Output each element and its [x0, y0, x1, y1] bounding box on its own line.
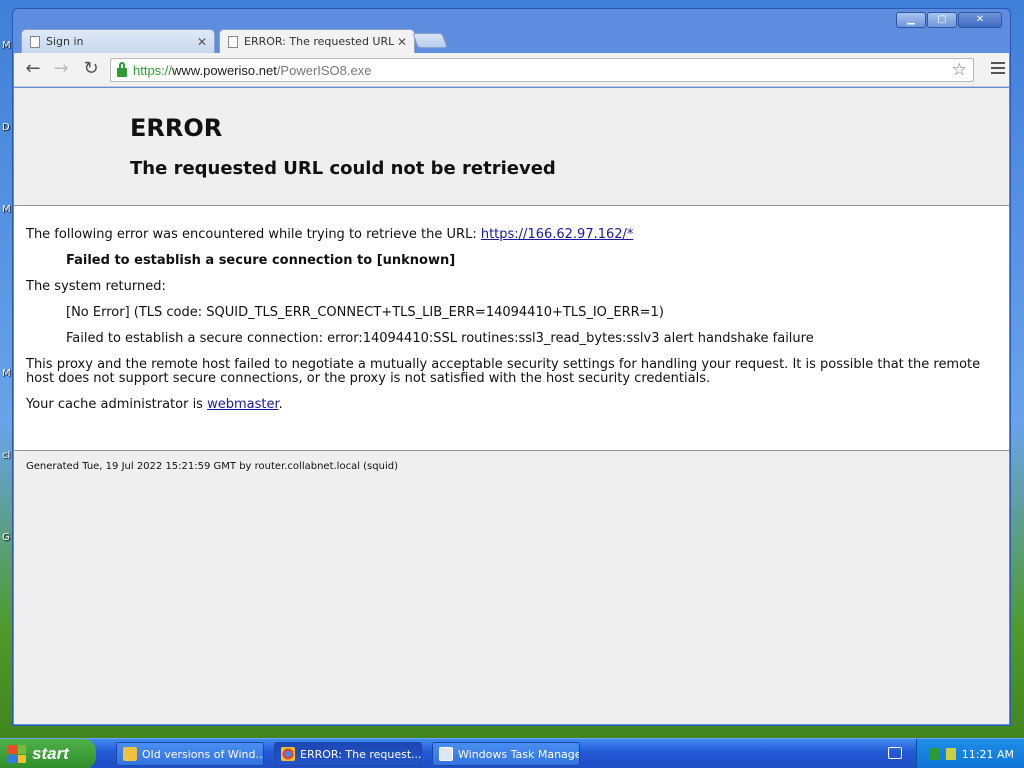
close-window-button[interactable]: ✕ — [958, 12, 1002, 28]
forward-arrow-icon[interactable]: → — [50, 60, 72, 80]
chrome-icon — [281, 747, 295, 761]
back-arrow-icon[interactable]: ← — [22, 60, 44, 80]
page-subtitle: The requested URL could not be retrieved — [130, 158, 556, 179]
minimize-button[interactable]: ▁ — [896, 12, 926, 28]
network-icon[interactable] — [929, 748, 940, 760]
browser-titlebar[interactable]: Sign in ✕ ERROR: The requested URL ✕ ▁ ▢… — [13, 9, 1010, 53]
keyboard-icon[interactable] — [888, 747, 902, 759]
close-icon[interactable]: ✕ — [194, 35, 210, 49]
start-label: start — [32, 744, 69, 763]
taskbar-item-label: Windows Task Manager — [458, 747, 580, 761]
error-header: ERROR The requested URL could not be ret… — [14, 88, 1009, 206]
desktop-icon-label: cl — [2, 450, 11, 461]
windows-logo-icon — [8, 745, 26, 763]
error-code: [No Error] (TLS code: SQUID_TLS_ERR_CONN… — [66, 305, 664, 320]
error-body: The following error was encountered whil… — [14, 206, 1009, 451]
desktop-icon-label: D — [2, 122, 10, 133]
maximize-button[interactable]: ▢ — [927, 12, 957, 28]
reload-icon[interactable]: ↻ — [80, 60, 102, 80]
explanation-text: This proxy and the remote host failed to… — [26, 357, 981, 386]
menu-icon[interactable] — [991, 62, 1005, 77]
taskbar: start Old versions of Wind... ERROR: The… — [0, 738, 1024, 768]
folder-icon — [123, 747, 137, 761]
address-bar[interactable]: https:// www.poweriso.net /PowerISO8.exe… — [110, 58, 974, 82]
failed-url-link[interactable]: https://166.62.97.162/* — [481, 227, 634, 242]
tab-label: Sign in — [46, 35, 84, 48]
bookmark-star-icon[interactable]: ☆ — [952, 60, 967, 80]
start-button[interactable]: start — [0, 739, 96, 768]
failed-message: Failed to establish a secure connection … — [66, 253, 456, 268]
desktop-icon-label: M — [2, 40, 11, 51]
desktop-icon-label: M — [2, 368, 11, 379]
url-path: /PowerISO8.exe — [276, 62, 372, 78]
browser-window: Sign in ✕ ERROR: The requested URL ✕ ▁ ▢… — [12, 8, 1011, 726]
task-manager-icon — [439, 747, 453, 761]
new-tab-button[interactable] — [412, 33, 448, 48]
url-host: www.poweriso.net — [172, 62, 277, 78]
page-icon — [30, 35, 40, 48]
admin-text: Your cache administrator is — [26, 397, 208, 412]
taskbar-item-old-versions[interactable]: Old versions of Wind... — [116, 742, 264, 766]
close-icon[interactable]: ✕ — [394, 35, 410, 49]
window-controls: ▁ ▢ ✕ — [895, 12, 1002, 28]
error-detail: Failed to establish a secure connection:… — [66, 331, 814, 346]
webmaster-link[interactable]: webmaster — [207, 397, 279, 412]
system-tray: 11:21 AM — [916, 739, 1024, 768]
tab-sign-in[interactable]: Sign in ✕ — [21, 29, 215, 53]
browser-toolbar: ← → ↻ https:// www.poweriso.net /PowerIS… — [14, 53, 1009, 87]
desktop-icon-label: G — [2, 532, 10, 543]
page-icon — [228, 35, 238, 48]
tab-error[interactable]: ERROR: The requested URL ✕ — [219, 29, 415, 53]
tab-label: ERROR: The requested URL — [244, 35, 394, 48]
tray-app-icon[interactable] — [945, 748, 956, 760]
taskbar-item-label: Old versions of Wind... — [142, 747, 264, 761]
taskbar-item-task-manager[interactable]: Windows Task Manager — [432, 742, 580, 766]
generated-footer: Generated Tue, 19 Jul 2022 15:21:59 GMT … — [26, 461, 398, 472]
page-title: ERROR — [130, 114, 223, 142]
system-returned-label: The system returned: — [26, 279, 166, 294]
retrieve-line: The following error was encountered whil… — [26, 228, 997, 242]
admin-line: Your cache administrator is webmaster. — [26, 398, 997, 412]
url-scheme: https:// — [133, 62, 173, 78]
taskbar-item-chrome[interactable]: ERROR: The request... — [274, 742, 422, 766]
lock-icon — [117, 61, 127, 77]
desktop-icon-label: M — [2, 204, 11, 215]
retrieve-text: The following error was encountered whil… — [26, 227, 481, 242]
page-content: ERROR The requested URL could not be ret… — [14, 88, 1009, 724]
clock[interactable]: 11:21 AM — [962, 748, 1014, 761]
taskbar-item-label: ERROR: The request... — [300, 747, 422, 761]
admin-suffix: . — [278, 397, 283, 412]
